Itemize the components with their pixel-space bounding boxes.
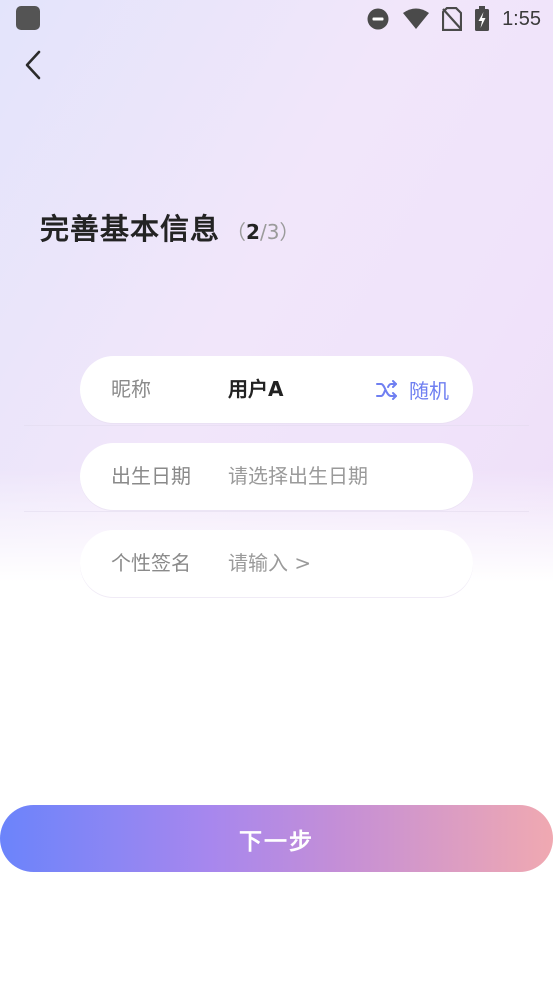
birthday-picker[interactable]: 请选择出生日期 — [228, 443, 368, 510]
chevron-left-icon — [25, 50, 41, 80]
shuffle-icon — [376, 379, 397, 400]
next-step-button[interactable]: 下一步 — [0, 805, 553, 872]
do-not-disturb-icon — [367, 8, 389, 30]
header-background — [0, 0, 553, 600]
status-time: 1:55 — [502, 8, 541, 30]
nickname-input[interactable]: 用户A — [228, 356, 283, 423]
page-header: 完善基本信息 （2/3） — [40, 206, 299, 248]
nickname-row: 昵称 用户A 随机 — [80, 356, 473, 423]
step-separator: / — [259, 220, 267, 244]
battery-charging-icon — [475, 6, 490, 31]
wifi-icon — [403, 8, 430, 29]
random-nickname-button[interactable]: 随机 — [375, 356, 449, 423]
app-icon — [16, 6, 40, 30]
step-close: ） — [279, 220, 300, 244]
signature-label: 个性签名 — [111, 551, 191, 575]
birthday-label: 出生日期 — [111, 464, 191, 488]
step-current: 2 — [246, 220, 260, 244]
status-bar: 1:55 — [0, 0, 553, 38]
status-icons: 1:55 — [366, 5, 541, 33]
back-button[interactable] — [16, 46, 50, 84]
signature-row[interactable]: 个性签名 请输入 > — [80, 530, 473, 597]
step-open: （ — [226, 220, 247, 244]
random-nickname-label: 随机 — [409, 379, 449, 403]
step-indicator: （2/3） — [226, 216, 299, 245]
divider — [24, 511, 529, 512]
step-total: 3 — [266, 220, 280, 244]
signature-input[interactable]: 请输入 > — [228, 530, 311, 597]
no-sim-icon — [442, 7, 463, 31]
page-title: 完善基本信息 — [40, 212, 221, 246]
nickname-label: 昵称 — [111, 377, 151, 401]
divider — [24, 425, 529, 426]
birthday-row[interactable]: 出生日期 请选择出生日期 — [80, 443, 473, 510]
